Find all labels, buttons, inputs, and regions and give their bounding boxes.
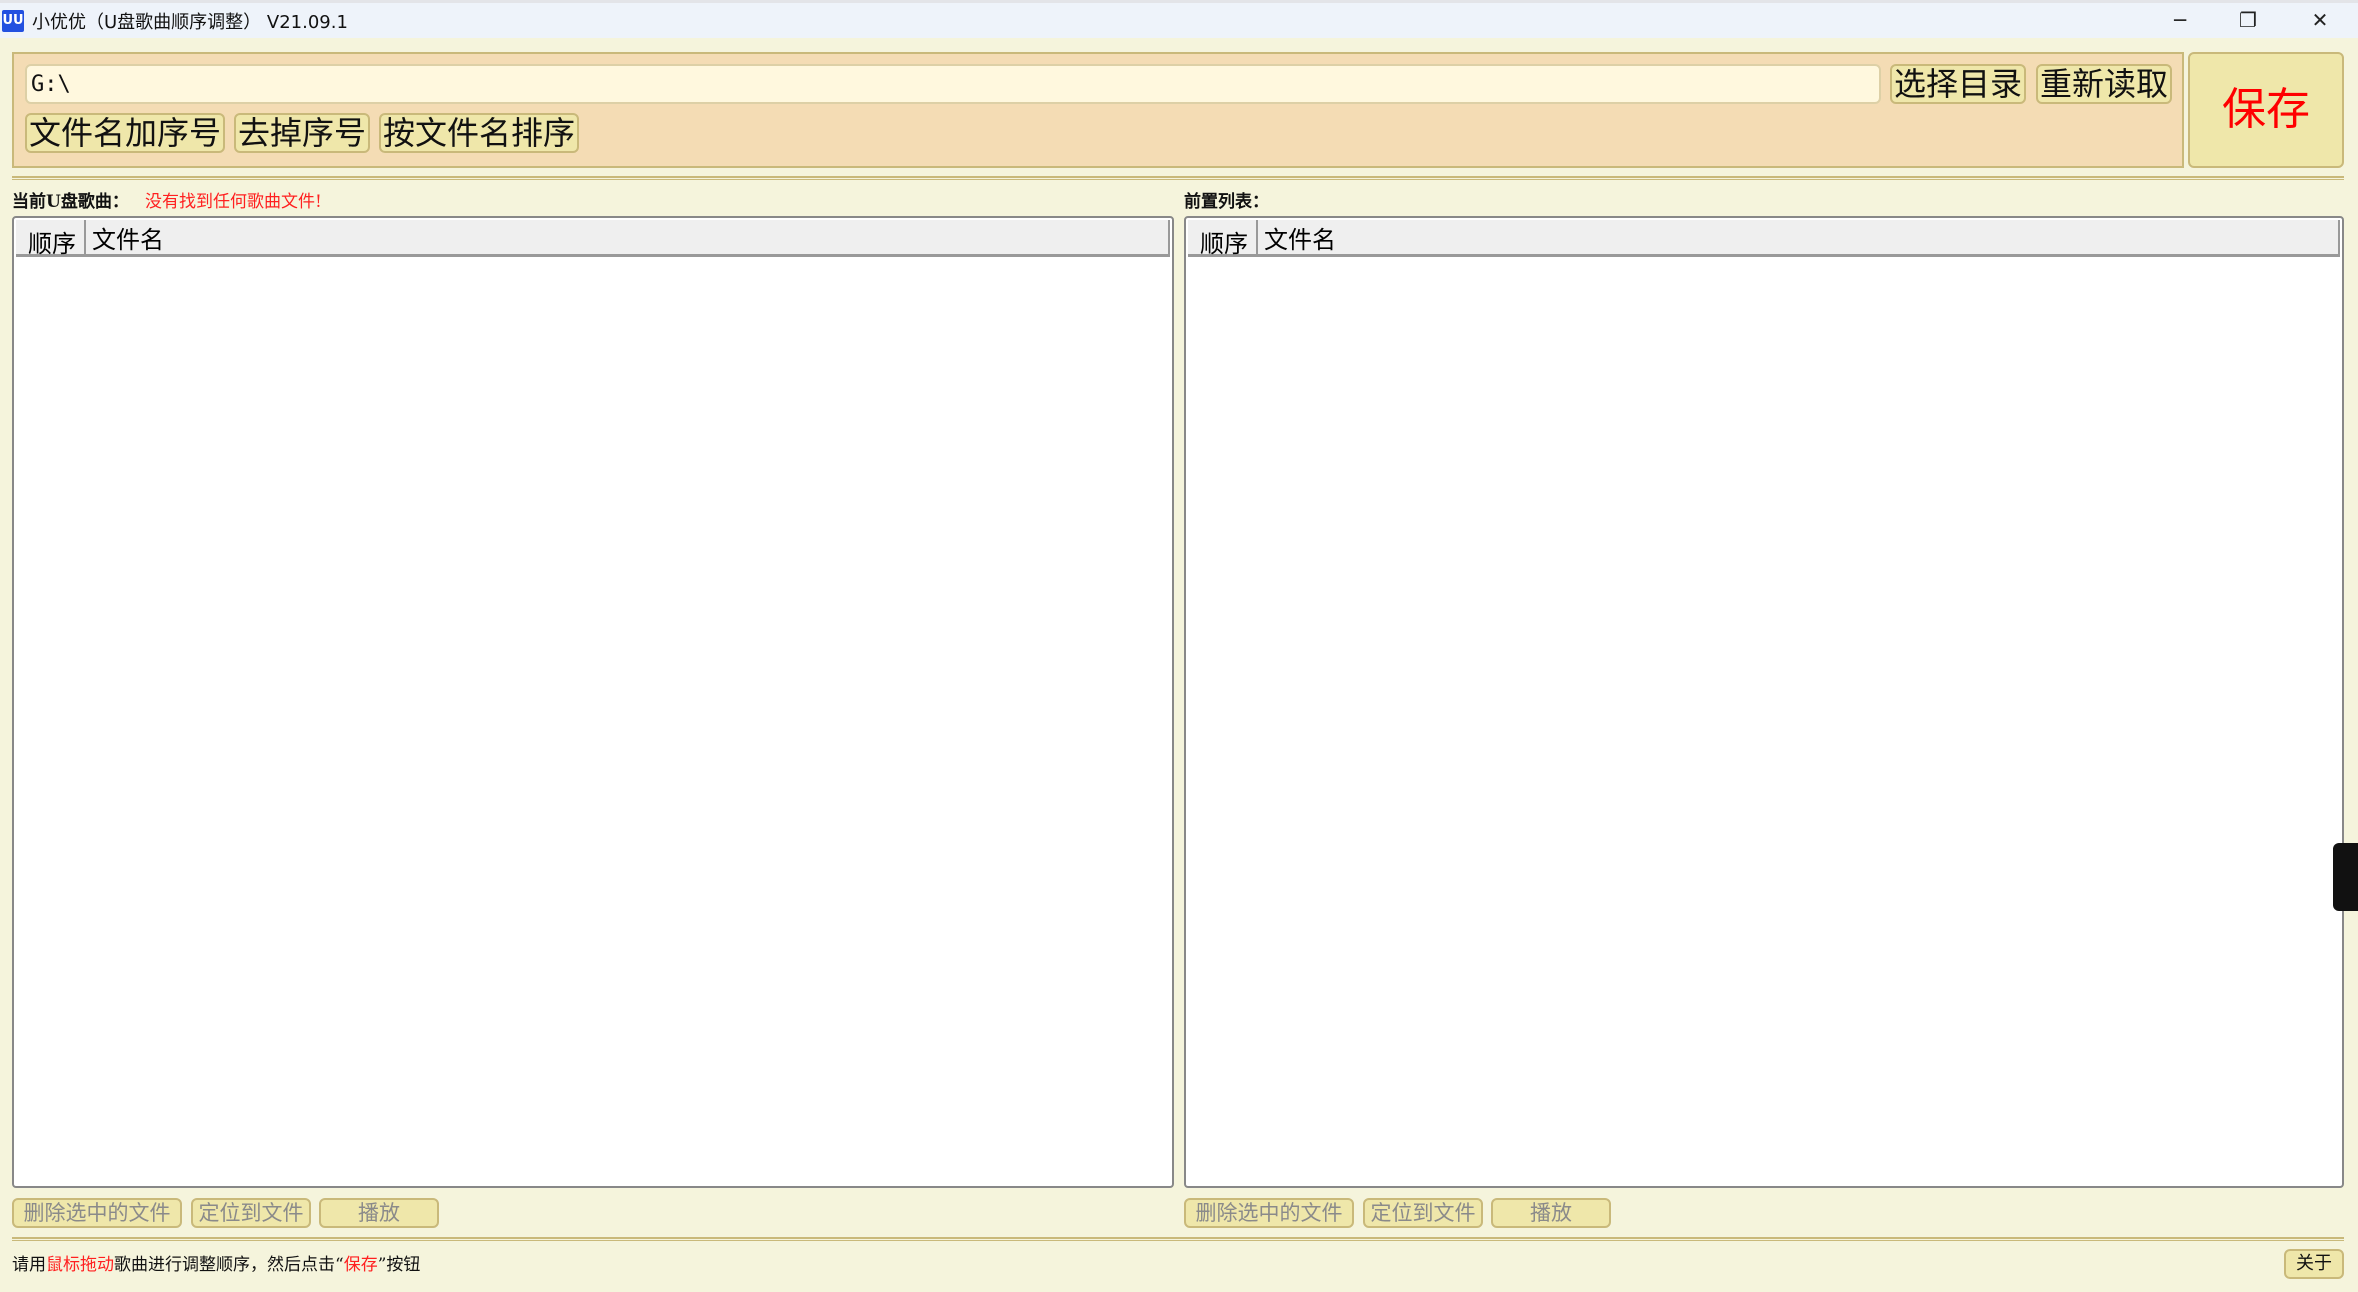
add-sequence-button[interactable]: 文件名加序号	[25, 113, 225, 153]
divider	[12, 176, 2344, 180]
left-delete-selected-button[interactable]: 删除选中的文件	[12, 1198, 182, 1228]
no-files-message: 没有找到任何歌曲文件!	[145, 192, 322, 212]
title-bar	[0, 0, 2358, 38]
hint-text: 请用	[12, 1255, 46, 1275]
current-songs-list[interactable]: 顺序 文件名	[12, 216, 1174, 1188]
left-play-button[interactable]: 播放	[319, 1198, 439, 1228]
column-header-filename[interactable]: 文件名	[92, 220, 164, 255]
left-list-label: 当前U盘歌曲：	[12, 192, 129, 212]
window-title: 小优优（U盘歌曲顺序调整） V21.09.1	[32, 12, 348, 33]
column-header-order[interactable]: 顺序	[28, 224, 76, 259]
close-button[interactable]: ✕	[2290, 4, 2350, 36]
preset-list[interactable]: 顺序 文件名	[1184, 216, 2344, 1188]
select-directory-button[interactable]: 选择目录	[1890, 64, 2026, 104]
status-hint: 请用鼠标拖动歌曲进行调整顺序，然后点击“保存”按钮	[12, 1250, 420, 1275]
list-header: 顺序 文件名	[16, 220, 1170, 259]
minimize-button[interactable]: ─	[2150, 4, 2210, 36]
remove-sequence-button[interactable]: 去掉序号	[234, 113, 370, 153]
list-header: 顺序 文件名	[1188, 220, 2340, 259]
side-handle-icon[interactable]	[2333, 843, 2358, 911]
about-button[interactable]: 关于	[2284, 1249, 2344, 1279]
sort-by-name-button[interactable]: 按文件名排序	[379, 113, 579, 153]
restore-button[interactable]: ❐	[2218, 4, 2278, 36]
left-locate-file-button[interactable]: 定位到文件	[191, 1198, 311, 1228]
app-icon: UU	[2, 10, 24, 32]
hint-highlight: 鼠标拖动	[46, 1255, 114, 1275]
right-play-button[interactable]: 播放	[1491, 1198, 1611, 1228]
column-header-order[interactable]: 顺序	[1200, 224, 1248, 259]
right-delete-selected-button[interactable]: 删除选中的文件	[1184, 1198, 1354, 1228]
path-input[interactable]	[25, 64, 1881, 104]
column-header-filename[interactable]: 文件名	[1264, 220, 1336, 255]
save-button[interactable]: 保存	[2188, 52, 2344, 168]
hint-text: ”按钮	[377, 1255, 421, 1275]
divider	[12, 1237, 2344, 1241]
hint-text: 歌曲进行调整顺序，然后点击“	[114, 1255, 344, 1275]
reload-button[interactable]: 重新读取	[2036, 64, 2172, 104]
right-locate-file-button[interactable]: 定位到文件	[1363, 1198, 1483, 1228]
hint-highlight: 保存	[343, 1255, 378, 1275]
right-list-label: 前置列表：	[1184, 192, 1269, 212]
